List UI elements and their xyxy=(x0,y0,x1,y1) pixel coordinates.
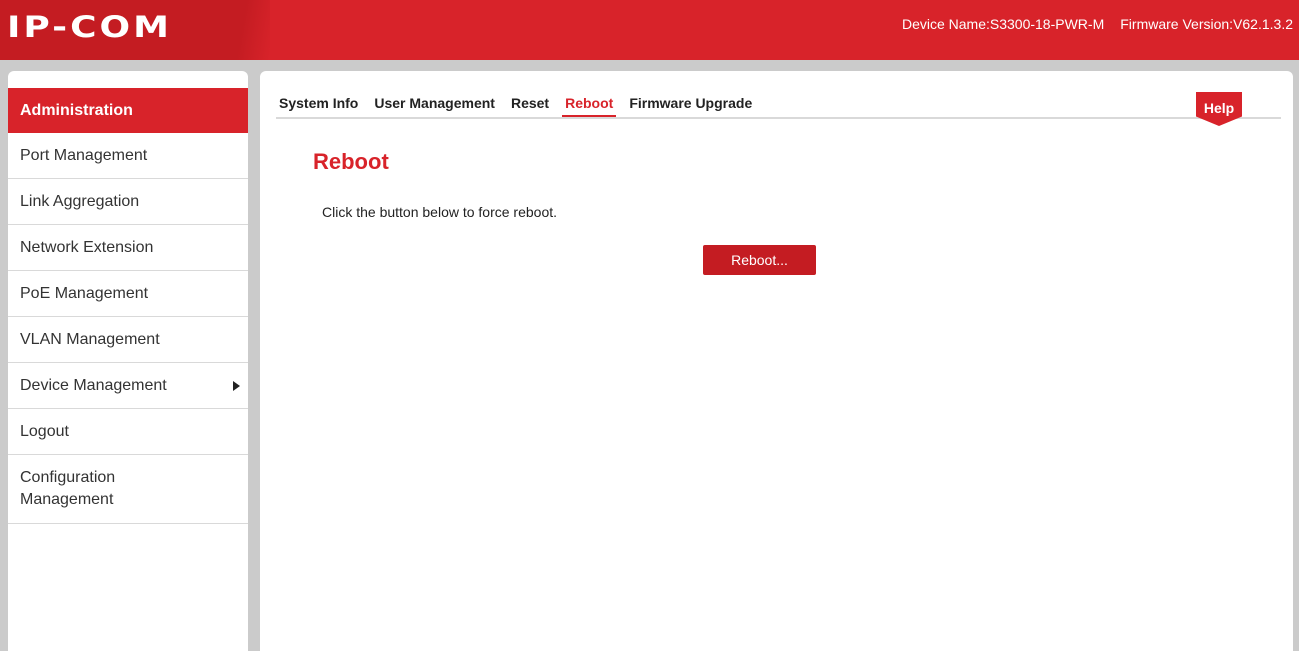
reboot-button[interactable]: Reboot... xyxy=(703,245,816,275)
top-header: IP-COM Device Name:S3300-18-PWR-M Firmwar… xyxy=(0,0,1299,60)
tab-bar: System Info User Management Reset Reboot Fir… xyxy=(276,92,1281,126)
device-info: Device Name:S3300-18-PWR-M Firmware Versi… xyxy=(902,16,1293,32)
sidebar-item-label: Port Management xyxy=(20,147,148,164)
tab-system-info[interactable]: System Info xyxy=(276,95,361,115)
help-button[interactable]: Help xyxy=(1196,92,1242,126)
sidebar-item-vlan-management[interactable]: VLAN Management xyxy=(8,317,248,363)
firmware-version: Firmware Version:V62.1.3.2 xyxy=(1120,16,1293,32)
sidebar-item-label: Link Aggregation xyxy=(20,193,140,210)
tab-reboot[interactable]: Reboot xyxy=(562,95,617,117)
reboot-description: Click the button below to force reboot. xyxy=(322,204,558,220)
sidebar-item-device-management[interactable]: Device Management xyxy=(8,363,248,409)
ip-com-logo: IP-COM xyxy=(7,11,172,45)
sidebar-item-label: PoE Management xyxy=(20,285,149,302)
sidebar-item-logout[interactable]: Logout xyxy=(8,409,248,455)
chevron-right-icon xyxy=(233,381,240,391)
sidebar-item-label: VLAN Management xyxy=(20,331,160,348)
sidebar-item-label: Device Management xyxy=(20,377,167,394)
sidebar-item-configuration-management[interactable]: Configuration Management xyxy=(8,455,248,524)
sidebar-item-link-aggregation[interactable]: Link Aggregation xyxy=(8,179,248,225)
sidebar-item-port-management[interactable]: Port Management xyxy=(8,133,248,179)
sidebar-item-label: Logout xyxy=(20,423,69,440)
tab-reset[interactable]: Reset xyxy=(508,95,552,115)
device-name: Device Name:S3300-18-PWR-M xyxy=(901,16,1105,32)
tab-user-management[interactable]: User Management xyxy=(371,95,498,115)
sidebar-item-label: Network Extension xyxy=(20,239,154,256)
logo-area: IP-COM xyxy=(0,0,270,60)
sidebar: Administration Port Management Link Aggr… xyxy=(8,71,248,651)
sidebar-item-label: Configuration Management xyxy=(20,469,116,508)
sidebar-header-administration[interactable]: Administration xyxy=(8,88,248,133)
sidebar-item-network-extension[interactable]: Network Extension xyxy=(8,225,248,271)
tab-firmware-upgrade[interactable]: Firmware Upgrade xyxy=(626,95,755,115)
sidebar-menu: Port Management Link Aggregation Network… xyxy=(8,133,248,524)
main-panel: System Info User Management Reset Reboot Fir… xyxy=(260,71,1293,651)
page-title: Reboot xyxy=(313,149,389,174)
sidebar-item-poe-management[interactable]: PoE Management xyxy=(8,271,248,317)
